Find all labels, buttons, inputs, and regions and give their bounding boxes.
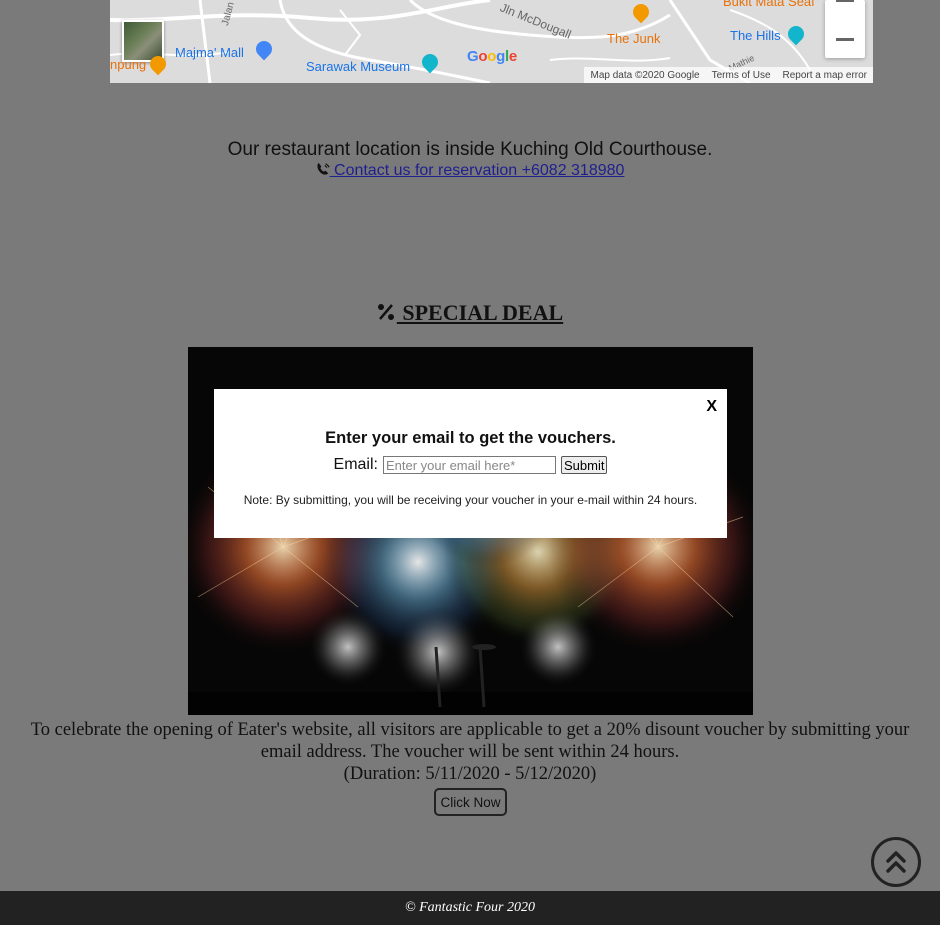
map-label-sarawak-museum[interactable]: Sarawak Museum <box>306 59 410 74</box>
voucher-modal: X Enter your email to get the vouchers. … <box>214 389 727 538</box>
map-report-link[interactable]: Report a map error <box>783 70 867 81</box>
minus-icon <box>836 38 854 41</box>
contact-reservation-link[interactable]: Contact us for reservation +6082 318980 <box>316 162 624 179</box>
map-terms-link[interactable]: Terms of Use <box>712 70 771 81</box>
email-label: Email: <box>333 456 378 473</box>
zoom-in-button[interactable] <box>825 0 865 15</box>
footer-copyright: © Fantastic Four 2020 <box>404 900 536 915</box>
page-footer: © Fantastic Four 2020 <box>0 891 940 925</box>
map-data-credit: Map data ©2020 Google <box>590 69 700 81</box>
map-attribution: Map data ©2020 Google Terms of Use Repor… <box>584 67 873 83</box>
map-label-the-junk[interactable]: The Junk <box>607 31 660 46</box>
map-zoom-control <box>825 0 865 58</box>
plus-icon <box>836 0 854 2</box>
map-label-majma-mall[interactable]: Majma' Mall <box>175 45 244 60</box>
email-field[interactable] <box>382 456 556 474</box>
google-logo: Google <box>467 48 517 65</box>
contact-link-text[interactable]: Contact us for reservation +6082 318980 <box>330 162 624 179</box>
modal-title: Enter your email to get the vouchers. <box>325 429 616 447</box>
location-description: Our restaurant location is inside Kuchin… <box>227 139 713 160</box>
google-map[interactable]: npung Majma' Mall Sarawak Museum The Jun… <box>110 0 873 83</box>
zoom-out-button[interactable] <box>825 25 865 54</box>
map-label-npung[interactable]: npung <box>110 57 146 72</box>
modal-close-button[interactable]: X <box>706 398 717 416</box>
voucher-form: Email: Submit <box>214 456 727 474</box>
scroll-to-top-button[interactable] <box>871 837 921 887</box>
modal-note: Note: By submitting, you will be receivi… <box>243 493 698 507</box>
phone-icon <box>317 162 330 175</box>
deal-duration: (Duration: 5/11/2020 - 5/12/2020) <box>343 764 597 784</box>
map-label-bukit-mata[interactable]: Bukit Mata Seaf <box>723 0 815 9</box>
special-deal-heading: SPECIAL DEAL <box>0 300 940 326</box>
percent-icon <box>377 304 394 320</box>
double-chevron-up-icon <box>886 851 906 873</box>
deal-description: To celebrate the opening of Eater's webs… <box>8 719 932 785</box>
contact-line: Contact us for reservation +6082 318980 <box>0 162 940 180</box>
map-label-the-hills[interactable]: The Hills <box>730 28 781 43</box>
special-deal-title: SPECIAL DEAL <box>396 300 564 325</box>
deal-description-text: To celebrate the opening of Eater's webs… <box>30 720 910 762</box>
submit-button[interactable]: Submit <box>560 456 608 474</box>
click-now-button[interactable]: Click Now <box>434 788 507 816</box>
